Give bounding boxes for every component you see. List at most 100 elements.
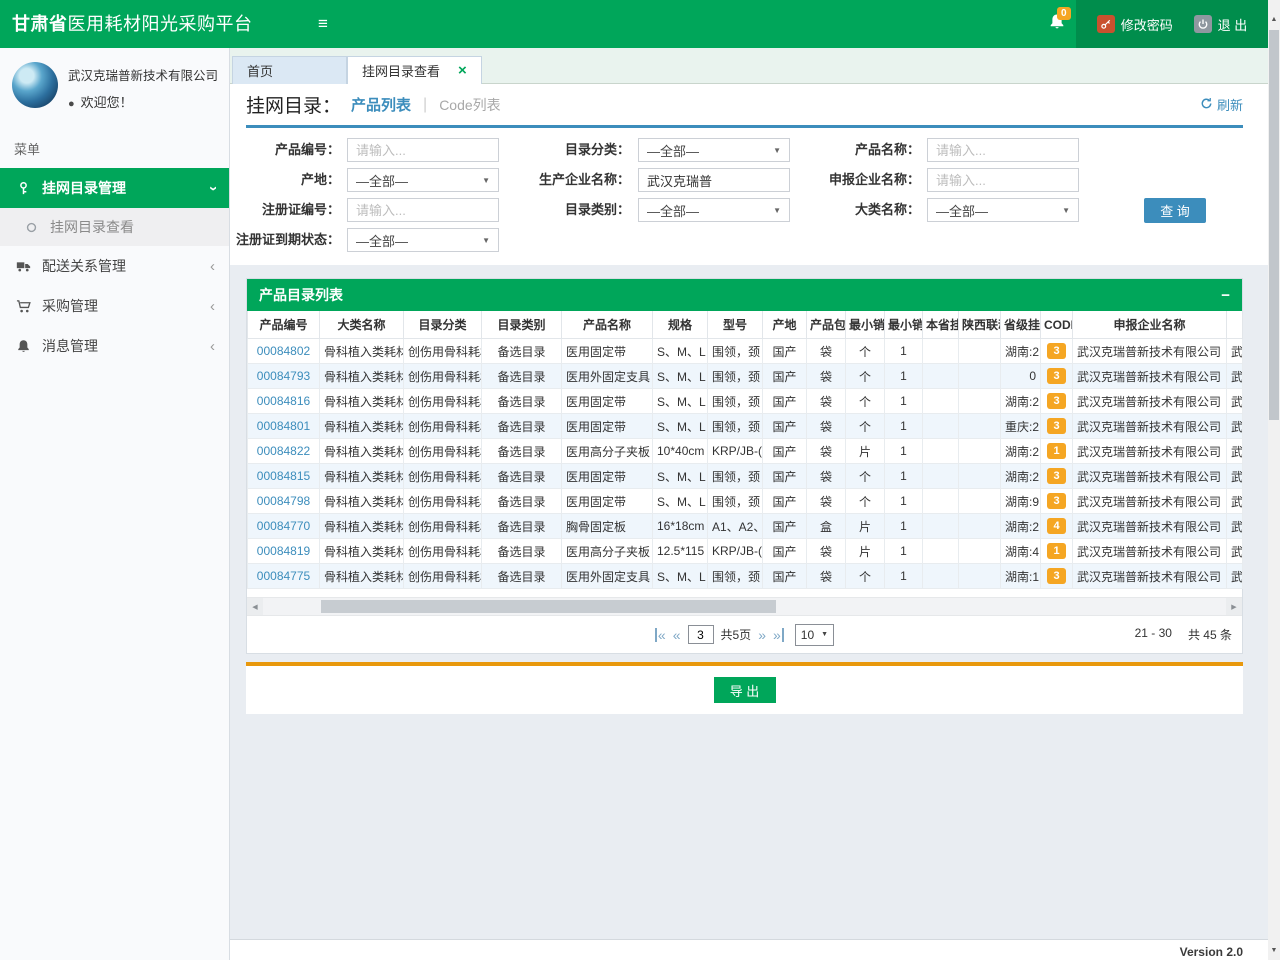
table-row[interactable]: 00084770骨科植入类耗材创伤用骨科耗材备选目录胸骨固定板16*18cmA1… xyxy=(248,514,1243,539)
table-row[interactable]: 00084802骨科植入类耗材创伤用骨科耗材备选目录医用固定带S、M、L围领，颈… xyxy=(248,339,1243,364)
code-count-badge[interactable]: 3 xyxy=(1047,343,1066,359)
table-cell: 1 xyxy=(885,489,923,514)
collapse-icon[interactable]: − xyxy=(1221,287,1230,304)
prev-page-button[interactable]: « xyxy=(673,628,681,642)
scroll-left-icon[interactable]: ◀ xyxy=(247,598,263,615)
code-count-badge[interactable]: 3 xyxy=(1047,493,1066,509)
chevron-down-icon: ▼ xyxy=(482,236,490,245)
code-count-badge[interactable]: 1 xyxy=(1047,443,1066,459)
table-cell: 骨科植入类耗材 xyxy=(320,439,404,464)
table-cell xyxy=(923,414,959,439)
first-page-button[interactable]: « xyxy=(655,628,666,642)
product-code-link[interactable]: 00084819 xyxy=(257,544,310,558)
next-page-button[interactable]: » xyxy=(758,628,766,642)
table-cell: 骨科植入类耗材 xyxy=(320,489,404,514)
horizontal-scrollbar: ◀ ▶ xyxy=(247,597,1242,616)
major-class-select[interactable]: —全部—▼ xyxy=(927,198,1079,222)
code-count-badge[interactable]: 3 xyxy=(1047,568,1066,584)
product-name-input[interactable] xyxy=(927,138,1079,162)
product-code-link[interactable]: 00084816 xyxy=(257,394,310,408)
table-row[interactable]: 00084815骨科植入类耗材创伤用骨科耗材备选目录医用固定带S、M、L围领，颈… xyxy=(248,464,1243,489)
table-cell: 国产 xyxy=(763,339,807,364)
tab-catalog-view[interactable]: 挂网目录查看 × xyxy=(347,56,482,84)
table-cell: 袋 xyxy=(807,539,846,564)
column-header: 最小销售数量 xyxy=(885,311,923,339)
export-button[interactable]: 导 出 xyxy=(714,677,776,703)
page-size-select[interactable]: 10▼ xyxy=(795,624,834,646)
code-count-badge[interactable]: 3 xyxy=(1047,368,1066,384)
footer: Version 2.0 xyxy=(230,939,1268,960)
truck-icon xyxy=(16,259,42,274)
table-cell: 骨科植入类耗材 xyxy=(320,339,404,364)
top-header: 甘肃省医用耗材阳光采购平台 ≡ 0 修改密码 退 出 xyxy=(0,0,1268,48)
table-cell: 10*40cm xyxy=(653,439,708,464)
scroll-up-icon[interactable]: ▲ xyxy=(1268,16,1280,23)
page-number-input[interactable] xyxy=(688,625,714,644)
key-icon xyxy=(16,181,42,196)
table-row[interactable]: 00084822骨科植入类耗材创伤用骨科耗材备选目录医用高分子夹板10*40cm… xyxy=(248,439,1243,464)
scroll-down-icon[interactable]: ▼ xyxy=(1268,947,1280,954)
table-cell xyxy=(959,339,1001,364)
table-cell: S、M、L xyxy=(653,364,708,389)
panel-header: 产品目录列表 − xyxy=(247,279,1242,311)
table-cell: 围领，颈 xyxy=(708,564,763,589)
code-count-badge[interactable]: 1 xyxy=(1047,543,1066,559)
table-cell: 国产 xyxy=(763,489,807,514)
logout-button[interactable]: 退 出 xyxy=(1194,15,1248,34)
table-cell: 1 xyxy=(1041,539,1073,564)
user-actions: 修改密码 退 出 xyxy=(1076,0,1268,48)
code-count-badge[interactable]: 3 xyxy=(1047,468,1066,484)
product-code-link[interactable]: 00084802 xyxy=(257,344,310,358)
refresh-link[interactable]: 刷新 xyxy=(1200,95,1243,114)
close-icon[interactable]: × xyxy=(458,62,467,79)
table-cell: 00084816 xyxy=(248,389,320,414)
scroll-right-icon[interactable]: ▶ xyxy=(1226,598,1242,615)
table-row[interactable]: 00084793骨科植入类耗材创伤用骨科耗材备选目录医用外固定支具S、M、L围领… xyxy=(248,364,1243,389)
sidebar-item-purchase-management[interactable]: 采购管理‹ xyxy=(0,286,229,326)
product-code-link[interactable]: 00084801 xyxy=(257,419,310,433)
table-cell: 武汉克瑞普新技术有限公司 xyxy=(1073,489,1227,514)
hscrollbar-thumb[interactable] xyxy=(321,600,776,613)
table-cell: 1 xyxy=(885,389,923,414)
table-cell xyxy=(923,364,959,389)
notifications-button[interactable]: 0 xyxy=(1048,13,1066,36)
table-cell: 备选目录 xyxy=(482,414,562,439)
table-cell: S、M、L xyxy=(653,564,708,589)
sidebar-item-delivery-management[interactable]: 配送关系管理‹ xyxy=(0,246,229,286)
table-cell: 个 xyxy=(846,564,885,589)
product-code-link[interactable]: 00084815 xyxy=(257,469,310,483)
vscrollbar-thumb[interactable] xyxy=(1269,30,1279,420)
table-cell: 湖南:2 xyxy=(1001,339,1041,364)
product-code-link[interactable]: 00084798 xyxy=(257,494,310,508)
brand-title: 甘肃省医用耗材阳光采购平台 xyxy=(12,0,253,48)
user-panel: 武汉克瑞普新技术有限公司 ●欢迎您！ xyxy=(0,48,229,121)
change-password-button[interactable]: 修改密码 xyxy=(1097,15,1173,34)
table-row[interactable]: 00084775骨科植入类耗材创伤用骨科耗材备选目录医用外固定支具S、M、L围领… xyxy=(248,564,1243,589)
menu-item-label: 消息管理 xyxy=(42,336,98,356)
subtab-code-list[interactable]: Code列表 xyxy=(439,95,500,115)
tab-label: 挂网目录查看 xyxy=(362,61,440,80)
table-row[interactable]: 00084819骨科植入类耗材创伤用骨科耗材备选目录医用高分子夹板12.5*11… xyxy=(248,539,1243,564)
product-code-link[interactable]: 00084822 xyxy=(257,444,310,458)
code-count-badge[interactable]: 4 xyxy=(1047,518,1066,534)
regcert-expire-select[interactable]: —全部—▼ xyxy=(347,228,499,252)
declare-company-input[interactable] xyxy=(927,168,1079,192)
hamburger-menu-icon[interactable]: ≡ xyxy=(318,0,328,48)
table-row[interactable]: 00084798骨科植入类耗材创伤用骨科耗材备选目录医用固定带S、M、L围领，颈… xyxy=(248,489,1243,514)
table-cell xyxy=(923,439,959,464)
table-row[interactable]: 00084816骨科植入类耗材创伤用骨科耗材备选目录医用固定带S、M、L围领，颈… xyxy=(248,389,1243,414)
subtab-product-list[interactable]: 产品列表 xyxy=(351,94,411,115)
table-cell: 00084801 xyxy=(248,414,320,439)
table-cell: 个 xyxy=(846,389,885,414)
search-form: 查 询 产品编号：目录分类：—全部—▼产品名称：产地：—全部—▼生产企业名称：申… xyxy=(230,128,1268,262)
tab-home[interactable]: 首页 xyxy=(232,56,347,84)
code-count-badge[interactable]: 3 xyxy=(1047,393,1066,409)
last-page-button[interactable]: » xyxy=(773,628,784,642)
table-row[interactable]: 00084801骨科植入类耗材创伤用骨科耗材备选目录医用固定带S、M、L围领，颈… xyxy=(248,414,1243,439)
search-button[interactable]: 查 询 xyxy=(1144,198,1206,223)
code-count-badge[interactable]: 3 xyxy=(1047,418,1066,434)
product-code-link[interactable]: 00084775 xyxy=(257,569,310,583)
product-code-link[interactable]: 00084770 xyxy=(257,519,310,533)
product-code-link[interactable]: 00084793 xyxy=(257,369,310,383)
sidebar-item-message-management[interactable]: 消息管理‹ xyxy=(0,326,229,366)
